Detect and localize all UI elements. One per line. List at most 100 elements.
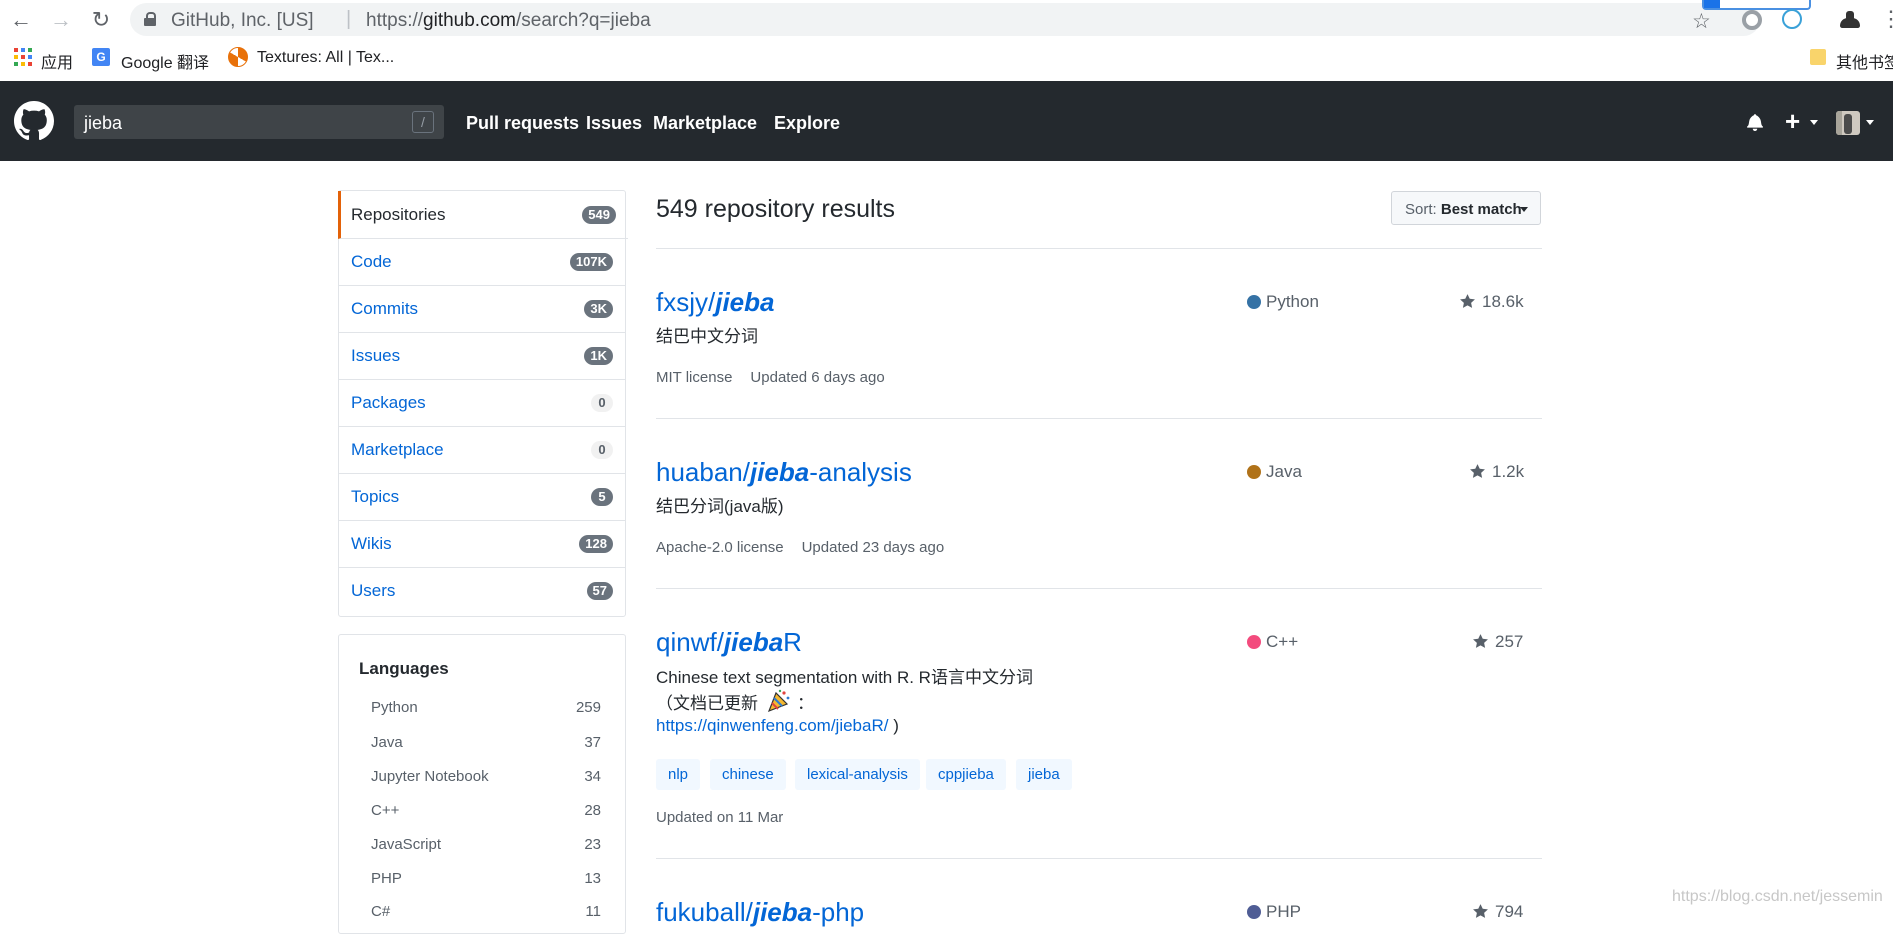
repo-language: Java <box>1266 462 1302 481</box>
languages-filter: Languages Python 259 Java 37 Jupyter Not… <box>338 634 626 934</box>
count-badge: 5 <box>591 488 613 506</box>
repo-link-huaban-jieba-analysis[interactable]: huaban/jieba-analysis <box>656 457 912 488</box>
menu-item-commits[interactable]: Commits 3K <box>339 285 625 333</box>
count-badge: 128 <box>579 535 613 553</box>
nav-pull-requests[interactable]: Pull requests <box>466 113 579 134</box>
repo-description-colon: ： <box>797 694 814 713</box>
count-badge: 57 <box>586 582 613 600</box>
search-input[interactable]: jieba / <box>74 105 444 139</box>
language-color-dot <box>1247 295 1261 309</box>
star-icon <box>1460 294 1475 308</box>
menu-item-packages[interactable]: Packages 0 <box>339 379 625 427</box>
repo-language: PHP <box>1266 902 1301 921</box>
star-icon <box>1470 464 1485 478</box>
topic-tag[interactable]: lexical-analysis <box>795 759 920 790</box>
back-arrow-icon[interactable]: ← <box>8 8 34 32</box>
forward-arrow-icon[interactable]: → <box>48 8 74 32</box>
topic-tag[interactable]: jieba <box>1016 759 1072 790</box>
bell-icon[interactable] <box>1747 113 1763 131</box>
repo-description: 结巴中文分词 <box>656 327 758 346</box>
language-color-dot <box>1247 465 1261 479</box>
repo-stars[interactable]: 1.2k <box>1492 462 1524 482</box>
topic-tag[interactable]: cppjieba <box>926 759 1006 790</box>
profile-avatar[interactable] <box>1837 6 1863 32</box>
menu-item-marketplace[interactable]: Marketplace 0 <box>339 426 625 474</box>
sort-dropdown[interactable]: Sort: Best match <box>1391 191 1541 225</box>
divider <box>656 588 1542 589</box>
menu-item-repositories[interactable]: Repositories 549 <box>338 191 628 239</box>
github-logo-icon[interactable] <box>14 101 54 141</box>
bookmark-google-translate[interactable]: Google 翻译 <box>121 49 209 73</box>
repo-language: Python <box>1266 292 1319 311</box>
bookmark-star-icon[interactable]: ☆ <box>1692 9 1711 34</box>
divider <box>656 858 1542 859</box>
language-item[interactable]: Python 259 <box>371 699 601 721</box>
nav-marketplace[interactable]: Marketplace <box>653 113 757 134</box>
repo-meta: MIT license Updated 6 days ago <box>656 369 885 386</box>
repo-stars[interactable]: 18.6k <box>1482 292 1524 312</box>
folder-icon <box>1810 49 1826 65</box>
search-type-menu: Repositories 549 Code 107K Commits 3K Is… <box>338 190 628 617</box>
repo-language: C++ <box>1266 632 1299 651</box>
language-item[interactable]: Jupyter Notebook 34 <box>371 768 601 790</box>
menu-item-issues[interactable]: Issues 1K <box>339 332 625 380</box>
chevron-down-icon[interactable] <box>1866 120 1874 125</box>
apps-icon[interactable] <box>14 48 32 66</box>
topic-tag[interactable]: chinese <box>710 759 786 790</box>
menu-item-code[interactable]: Code 107K <box>339 238 625 286</box>
party-popper-icon <box>767 689 790 713</box>
topic-tag[interactable]: nlp <box>656 759 701 790</box>
star-icon <box>1473 634 1488 648</box>
search-query[interactable]: jieba <box>84 113 122 134</box>
repo-link-qinwf-jiebar[interactable]: qinwf/jiebaR <box>656 627 802 658</box>
results-heading: 549 repository results <box>656 195 896 223</box>
bookmark-apps[interactable]: 应用 <box>41 49 73 73</box>
google-translate-icon: G <box>92 48 110 66</box>
language-item[interactable]: C++ 28 <box>371 802 601 824</box>
language-item[interactable]: JavaScript 23 <box>371 836 601 858</box>
star-icon <box>1473 904 1488 918</box>
site-identity: GitHub, Inc. [US] <box>171 10 314 31</box>
browser-toolbar: ← → ↻ GitHub, Inc. [US] | https://github… <box>0 0 1893 40</box>
textures-icon <box>228 47 248 67</box>
count-badge: 107K <box>569 253 613 271</box>
avatar[interactable] <box>1836 111 1860 135</box>
repo-stars[interactable]: 257 <box>1495 632 1523 652</box>
divider <box>656 248 1542 249</box>
count-badge: 3K <box>584 300 613 318</box>
plus-icon[interactable]: + <box>1785 108 1800 134</box>
language-item[interactable]: Java 37 <box>371 734 601 756</box>
repo-stars[interactable]: 794 <box>1495 902 1523 922</box>
watermark: https://blog.csdn.net/jessemin <box>1672 888 1883 905</box>
bookmark-other[interactable]: 其他书签 <box>1836 49 1893 73</box>
nav-issues[interactable]: Issues <box>586 113 642 134</box>
language-item[interactable]: PHP 13 <box>371 870 601 892</box>
bookmark-textures[interactable]: Textures: All | Tex... <box>257 49 394 67</box>
extension-globe-icon[interactable] <box>1782 9 1802 29</box>
menu-item-wikis[interactable]: Wikis 128 <box>339 520 625 568</box>
chevron-down-icon[interactable] <box>1810 120 1818 125</box>
menu-item-users[interactable]: Users 57 <box>339 567 625 614</box>
repo-homepage-link[interactable]: https://qinwenfeng.com/jiebaR/ ) <box>656 716 899 736</box>
separator: | <box>346 8 352 30</box>
repo-link-fxsjy-jieba[interactable]: fxsjy/jieba <box>656 287 774 318</box>
count-badge: 1K <box>584 347 613 365</box>
address-bar[interactable]: GitHub, Inc. [US] | https://github.com/s… <box>130 3 1760 36</box>
repo-description-line2: （文档已更新 <box>656 694 758 713</box>
language-item[interactable]: C# 11 <box>371 903 601 925</box>
language-color-dot <box>1247 635 1261 649</box>
repo-description: Chinese text segmentation with R. R语言中文分… <box>656 668 1033 687</box>
count-badge: 0 <box>591 441 613 459</box>
chevron-down-icon <box>1520 207 1528 212</box>
repo-link-fukuball-jieba-php[interactable]: fukuball/jieba-php <box>656 897 864 928</box>
url-text[interactable]: https://github.com/search?q=jieba <box>366 10 651 32</box>
reload-icon[interactable]: ↻ <box>88 8 114 32</box>
lock-icon <box>144 12 156 26</box>
repo-meta: Apache-2.0 license Updated 23 days ago <box>656 539 945 556</box>
search-shortcut-hint: / <box>412 111 434 133</box>
extension-circle-icon[interactable] <box>1742 10 1762 30</box>
nav-explore[interactable]: Explore <box>774 113 840 134</box>
menu-item-topics[interactable]: Topics 5 <box>339 473 625 521</box>
repo-description: 结巴分词(java版) <box>656 497 784 516</box>
kebab-menu-icon[interactable]: ⋮ <box>1880 6 1893 32</box>
